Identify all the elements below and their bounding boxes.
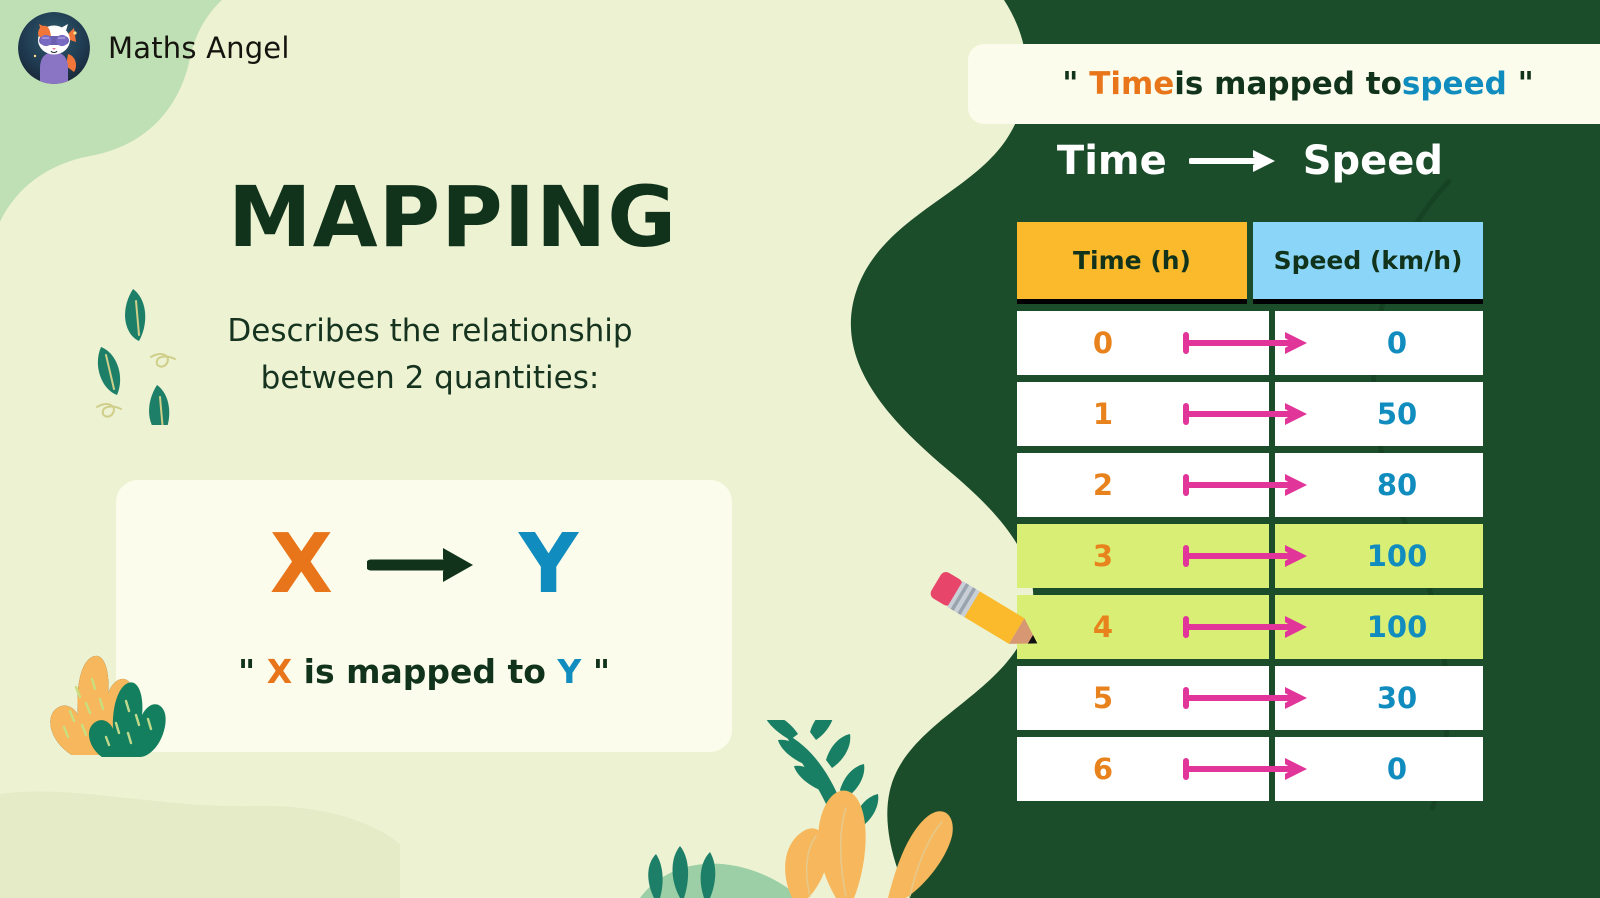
mapping-table: Time (h) Speed (km/h) 0 0 1 50 2 80 3 100 4 100 5 3… [1017, 222, 1483, 801]
formula-output: Y [518, 517, 579, 612]
cell-time: 1 [1017, 382, 1269, 446]
table-row: 00 [1017, 311, 1483, 375]
quote-close-mark: " [592, 652, 611, 691]
cell-time: 5 [1017, 666, 1269, 730]
formula-row: X Y [116, 524, 732, 606]
banner-open-mark: " [1062, 66, 1079, 102]
banner-close-mark: " [1517, 66, 1534, 102]
cell-time: 3 [1017, 524, 1269, 588]
right-arrow-icon [366, 548, 473, 582]
table-row: 4 100 [1017, 595, 1483, 659]
table-row: 60 [1017, 737, 1483, 801]
column-header-time: Time (h) [1017, 222, 1247, 299]
cell-speed: 50 [1275, 382, 1483, 446]
formula-quote: " X is mapped to Y " [116, 652, 732, 691]
cell-speed: 80 [1275, 453, 1483, 517]
table-row: 1 50 [1017, 382, 1483, 446]
table-body: 0 0 1 50 2 80 3 100 4 100 5 30 6 0 [1017, 311, 1483, 801]
cell-speed: 0 [1275, 311, 1483, 375]
example-banner: " Time is mapped to speed " [968, 44, 1600, 124]
column-header-speed: Speed (km/h) [1253, 222, 1483, 299]
table-row: 2 80 [1017, 453, 1483, 517]
subtitle-line-2: between 2 quantities: [260, 360, 600, 397]
subtitle-line-1: Describes the relationship [227, 313, 633, 349]
cell-time: 2 [1017, 453, 1269, 517]
cell-time: 6 [1017, 737, 1269, 801]
quote-middle: is mapped to [292, 652, 558, 691]
banner-output: speed [1401, 66, 1507, 102]
table-row: 5 30 [1017, 666, 1483, 730]
brand-name: Maths Angel [108, 31, 290, 65]
cell-speed: 100 [1275, 595, 1483, 659]
cell-speed: 0 [1275, 737, 1483, 801]
table-row: 3 100 [1017, 524, 1483, 588]
slide-canvas: Maths Angel MAPPING Describes the relati… [0, 0, 1600, 898]
mapping-header: Time Speed [1017, 138, 1483, 184]
page-subtitle: Describes the relationship between 2 qua… [120, 308, 740, 402]
quote-input: X [266, 652, 293, 691]
right-arrow-icon [1188, 150, 1275, 172]
cat-mascot-icon [18, 12, 90, 84]
cell-time: 0 [1017, 311, 1269, 375]
brand-header: Maths Angel [18, 12, 290, 84]
quote-open-mark: " [237, 652, 256, 691]
mint-bottom-decoration [0, 791, 400, 898]
mapping-header-output: Speed [1302, 138, 1444, 184]
cell-speed: 100 [1275, 524, 1483, 588]
mapping-header-input: Time [1056, 138, 1167, 184]
banner-middle: is mapped to [1174, 66, 1402, 102]
quote-output: Y [557, 652, 582, 691]
banner-input: Time [1089, 66, 1175, 102]
page-title: MAPPING [228, 168, 678, 266]
formula-input: X [269, 517, 333, 612]
formula-card: X Y " X is mapped to Y " [116, 480, 732, 752]
cell-speed: 30 [1275, 666, 1483, 730]
table-header-row: Time (h) Speed (km/h) [1017, 222, 1483, 299]
cell-time: 4 [1017, 595, 1269, 659]
